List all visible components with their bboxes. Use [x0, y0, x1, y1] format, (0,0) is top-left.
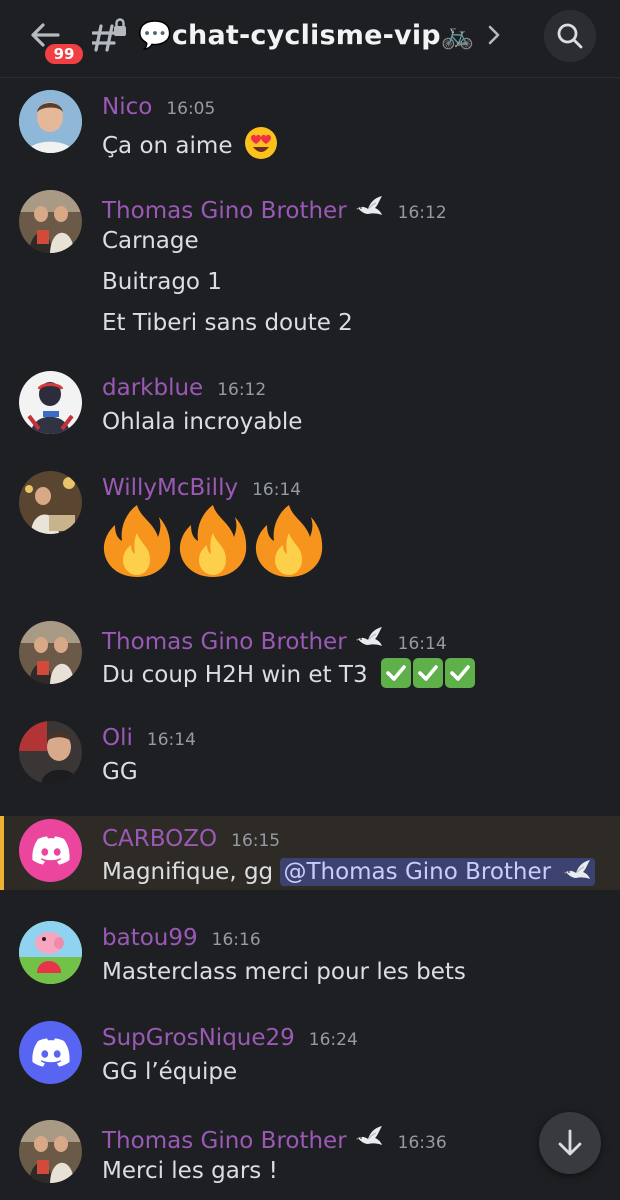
message-timestamp: 16:12: [217, 380, 267, 400]
message-author[interactable]: WillyMcBilly: [102, 475, 238, 501]
message-author[interactable]: Thomas Gino Brother: [102, 1128, 347, 1154]
hash-lock-icon: [92, 18, 126, 52]
avatar[interactable]: [19, 90, 82, 153]
message-author[interactable]: Nico: [102, 94, 152, 120]
dove-emoji-icon: [564, 858, 592, 882]
message-item[interactable]: WillyMcBilly 16:14: [0, 461, 620, 601]
user-photo: [19, 621, 82, 684]
message-content: Merci les gars !: [102, 1158, 278, 1184]
message-content: Du coup H2H win et T3: [102, 658, 475, 688]
message-item-mentioned[interactable]: CARBOZO 16:15 Magnifique, gg @Thomas Gin…: [0, 816, 620, 890]
user-photo: [19, 921, 82, 984]
user-photo: [19, 721, 82, 784]
message-content: [102, 503, 330, 579]
message-content: Et Tiberi sans doute 2: [102, 310, 353, 336]
user-photo: [19, 371, 82, 434]
channel-title[interactable]: 💬chat-cyclisme-vip🚲: [138, 14, 501, 56]
avatar[interactable]: [19, 471, 82, 534]
message-timestamp: 16:16: [211, 930, 261, 950]
fire-emoji-icon: [102, 503, 172, 579]
jump-to-latest-button[interactable]: [539, 1112, 601, 1174]
dove-emoji-icon: [356, 1124, 384, 1148]
avatar[interactable]: [19, 721, 82, 784]
message-author[interactable]: batou99: [102, 925, 198, 951]
discord-logo-icon: [31, 836, 70, 865]
fire-emoji-icon: [254, 503, 324, 579]
message-timestamp: 16:15: [231, 831, 281, 851]
message-content: Magnifique, gg @Thomas Gino Brother: [102, 858, 596, 886]
message-content: Buitrago 1: [102, 269, 222, 295]
avatar[interactable]: [19, 921, 82, 984]
message-timestamp: 16:14: [252, 480, 302, 500]
message-timestamp: 16:14: [397, 634, 447, 654]
message-timestamp: 16:36: [397, 1133, 447, 1153]
message-item[interactable]: Thomas Gino Brother 16:12 Carnage Buitra…: [0, 180, 620, 350]
message-content: Ça on aime: [102, 126, 278, 160]
dove-emoji-icon: [356, 625, 384, 649]
check-mark-emoji-icon: [380, 658, 411, 688]
avatar[interactable]: [19, 621, 82, 684]
channel-header: 99 💬chat-cyclisme-vip🚲: [0, 0, 620, 78]
avatar[interactable]: [19, 1021, 82, 1084]
message-content: GG: [102, 759, 138, 785]
message-item[interactable]: Thomas Gino Brother 16:14 Du coup H2H wi…: [0, 611, 620, 701]
user-photo: [19, 190, 82, 253]
message-content: GG l’équipe: [102, 1059, 238, 1085]
message-timestamp: 16:12: [397, 203, 447, 223]
message-item[interactable]: Nico 16:05 Ça on aime: [0, 80, 620, 170]
arrow-down-icon: [558, 1129, 582, 1156]
dove-emoji-icon: [356, 194, 384, 218]
message-item[interactable]: batou99 16:16 Masterclass merci pour les…: [0, 911, 620, 1001]
back-button[interactable]: 99: [24, 14, 88, 67]
user-photo: [19, 90, 82, 153]
message-author[interactable]: Thomas Gino Brother: [102, 629, 347, 655]
search-button[interactable]: [544, 10, 596, 62]
message-author[interactable]: Thomas Gino Brother: [102, 198, 347, 224]
avatar[interactable]: [19, 371, 82, 434]
message-author[interactable]: CARBOZO: [102, 826, 217, 852]
discord-logo-icon: [31, 1038, 70, 1067]
message-content: Ohlala incroyable: [102, 409, 303, 435]
message-author[interactable]: SupGrosNique29: [102, 1025, 295, 1051]
chevron-right-icon: [488, 25, 499, 45]
message-item[interactable]: SupGrosNique29 16:24 GG l’équipe: [0, 1011, 620, 1101]
channel-name: 💬chat-cyclisme-vip🚲: [138, 20, 475, 51]
heart-eyes-emoji-icon: [244, 127, 277, 159]
avatar[interactable]: [19, 190, 82, 253]
message-item[interactable]: Thomas Gino Brother 16:36 Merci les gars…: [0, 1110, 620, 1200]
message-timestamp: 16:14: [146, 730, 196, 750]
avatar[interactable]: [19, 819, 82, 882]
message-author[interactable]: Oli: [102, 725, 133, 751]
user-photo: [19, 1120, 82, 1183]
search-icon: [557, 23, 583, 49]
message-content: Carnage: [102, 228, 199, 254]
user-photo: [19, 471, 82, 534]
message-content: Masterclass merci pour les bets: [102, 959, 466, 985]
message-item[interactable]: darkblue 16:12 Ohlala incroyable: [0, 361, 620, 451]
fire-emoji-icon: [178, 503, 248, 579]
unread-badge: 99: [42, 41, 86, 67]
message-timestamp: 16:24: [308, 1030, 358, 1050]
check-mark-emoji-icon: [444, 658, 475, 688]
message-author[interactable]: darkblue: [102, 375, 203, 401]
user-mention[interactable]: @Thomas Gino Brother: [280, 858, 596, 886]
message-item[interactable]: Oli 16:14 GG: [0, 711, 620, 801]
check-mark-emoji-icon: [412, 658, 443, 688]
avatar[interactable]: [19, 1120, 82, 1183]
message-timestamp: 16:05: [166, 99, 216, 119]
